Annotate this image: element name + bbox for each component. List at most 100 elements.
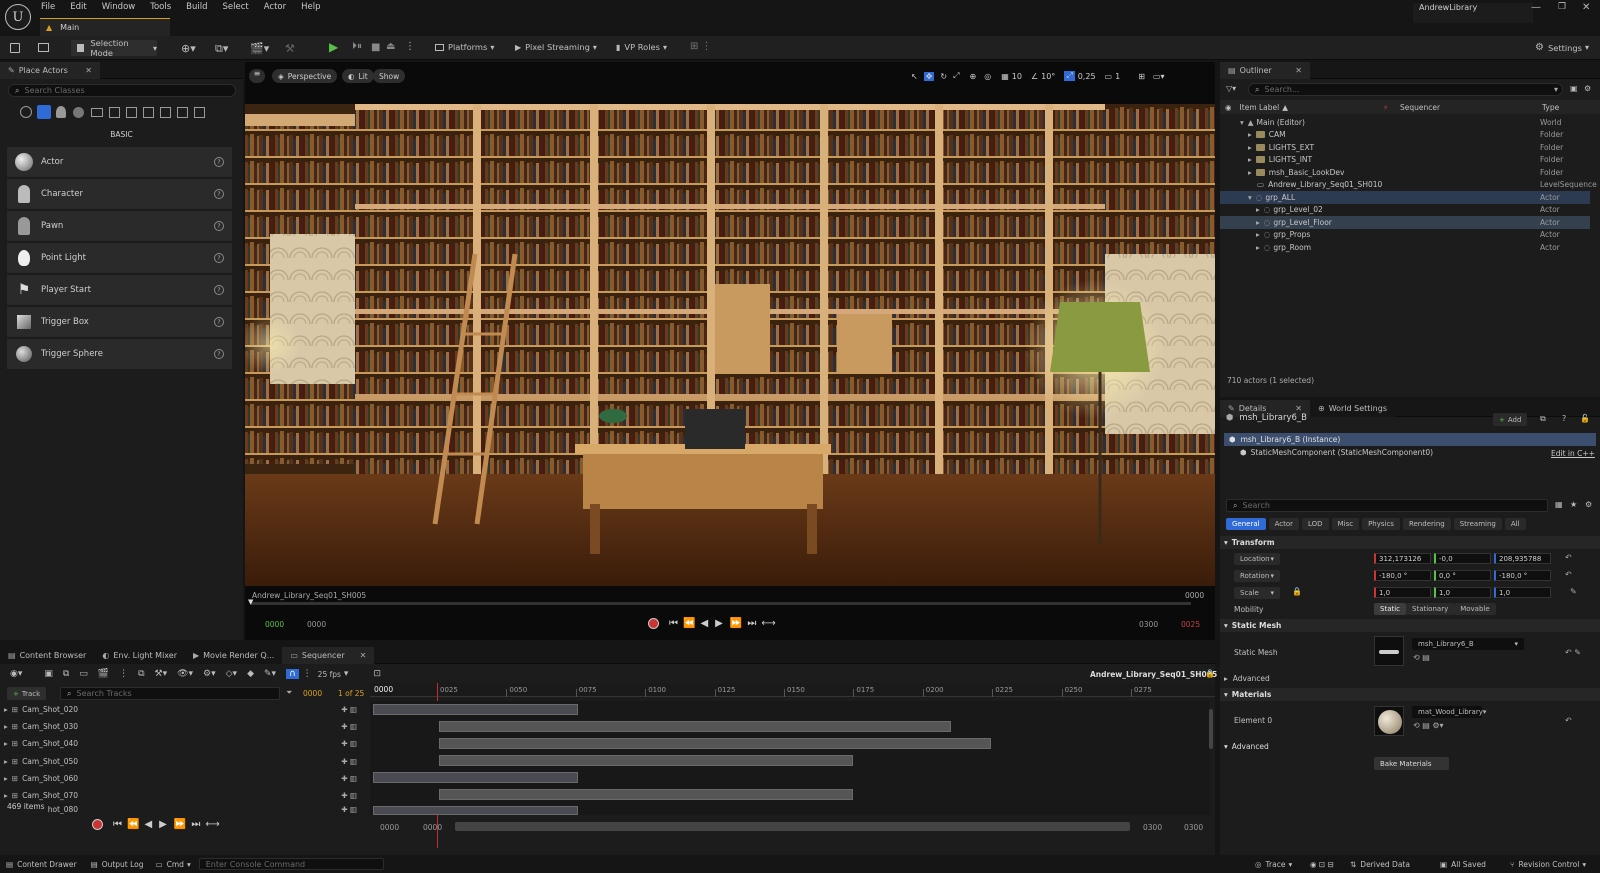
- mesh-thumbnail[interactable]: [1374, 636, 1404, 666]
- surface-snap-icon[interactable]: ◎: [984, 72, 991, 81]
- close-tab-icon[interactable]: ✕: [85, 66, 92, 75]
- filter-misc[interactable]: Misc: [1331, 518, 1360, 530]
- scale-z[interactable]: 1,0: [1494, 587, 1551, 598]
- rotate-tool-icon[interactable]: ↻: [940, 72, 947, 81]
- snap-icon[interactable]: ∩: [286, 669, 299, 679]
- point-light-item[interactable]: Point Light ?: [7, 243, 232, 273]
- all-classes-icon[interactable]: [160, 106, 171, 118]
- viewport-menu-icon[interactable]: ≡: [249, 69, 265, 83]
- recent-icon[interactable]: [20, 106, 32, 118]
- settings-icon[interactable]: ⚙: [1585, 500, 1592, 509]
- scale-y[interactable]: 1,0: [1434, 587, 1491, 598]
- tab-env-light-mixer[interactable]: ◐ Env. Light Mixer: [94, 646, 185, 664]
- search-classes-input[interactable]: ⌕ Search Classes: [8, 84, 236, 97]
- jump-start-icon[interactable]: ⏮: [669, 618, 678, 629]
- blueprint-icon[interactable]: ⧉▾: [215, 42, 228, 56]
- rotation-x[interactable]: -180,0 °: [1374, 570, 1431, 581]
- content-icon[interactable]: ⊞ ⋮: [690, 41, 712, 52]
- step-back-icon[interactable]: ⏪: [683, 618, 695, 629]
- reset-icon[interactable]: ↶ ✎: [1565, 648, 1581, 657]
- static-mesh-picker[interactable]: msh_Library6_B ▾: [1412, 638, 1524, 650]
- menu-edit[interactable]: Edit: [70, 2, 86, 12]
- basic-icon[interactable]: [37, 105, 51, 119]
- step-forward-icon[interactable]: ⏩: [174, 819, 186, 830]
- reset-icon[interactable]: ↶: [1565, 553, 1572, 562]
- rotation-dropdown[interactable]: Rotation ▾: [1234, 570, 1280, 582]
- reset-icon[interactable]: ✎: [1570, 587, 1577, 596]
- fps-dropdown[interactable]: 25 fps: [318, 670, 341, 679]
- save-icon[interactable]: ▣: [44, 669, 53, 679]
- add-key-icon[interactable]: ✚ ▥: [341, 805, 357, 814]
- curve-editor-icon[interactable]: ⊡: [373, 669, 381, 679]
- render-icon[interactable]: 🎬: [98, 669, 109, 679]
- tree-row[interactable]: ▾ ◌ grp_ALL Actor: [1220, 191, 1590, 204]
- key-icon[interactable]: ◆: [247, 669, 254, 679]
- jump-start-icon[interactable]: ⏮: [113, 819, 122, 830]
- layout-icon[interactable]: ⊞: [1138, 72, 1145, 81]
- filter-streaming[interactable]: Streaming: [1453, 518, 1502, 530]
- col-item-label[interactable]: Item Label: [1240, 103, 1280, 112]
- scale-x[interactable]: 1,0: [1374, 587, 1431, 598]
- all-saved-button[interactable]: ▣ All Saved: [1440, 860, 1486, 869]
- step-back-icon[interactable]: ⏪: [127, 819, 139, 830]
- scrubber-handle-icon[interactable]: ▼: [248, 598, 253, 606]
- player-start-item[interactable]: ⚑ Player Start ?: [7, 275, 232, 305]
- close-icon[interactable]: ✕: [1582, 2, 1590, 13]
- grid-snap-icon[interactable]: ▦: [1001, 72, 1009, 81]
- angle-snap-icon[interactable]: ∠: [1031, 72, 1038, 81]
- settings-icon[interactable]: ⚙: [1584, 84, 1591, 93]
- details-search-input[interactable]: ⌕ Search: [1226, 499, 1548, 512]
- help-icon[interactable]: ?: [214, 349, 224, 359]
- component-row[interactable]: ⬢ StaticMeshComponent (StaticMeshCompone…: [1240, 448, 1433, 457]
- tab-sequencer[interactable]: ▭ Sequencer ✕: [282, 646, 375, 664]
- cinematics-icon[interactable]: 🎬▾: [250, 42, 269, 55]
- trigger-sphere-item[interactable]: Trigger Sphere ?: [7, 339, 232, 369]
- loop-icon[interactable]: ⟷: [761, 618, 775, 629]
- angle-snap-value[interactable]: 10°: [1041, 72, 1055, 81]
- track-row[interactable]: ▸ ⊞ Cam_Shot_070 ✚ ▥: [0, 787, 365, 805]
- help-icon[interactable]: ?: [214, 189, 224, 199]
- trace-button[interactable]: ◎ Trace ▾: [1255, 860, 1292, 869]
- settings-button[interactable]: ⚙ Settings ▾: [1535, 42, 1589, 53]
- viewport-size-icon[interactable]: ▭▾: [1153, 72, 1165, 81]
- extra2-icon[interactable]: [194, 106, 205, 118]
- browse-icon[interactable]: [38, 43, 49, 52]
- view-icon[interactable]: 👁▾: [177, 669, 193, 679]
- shaders-icon[interactable]: [73, 106, 84, 118]
- view-end[interactable]: 0300: [1184, 823, 1203, 832]
- camera-speed-value[interactable]: 1: [1115, 72, 1120, 81]
- rotation-y[interactable]: 0,0 °: [1434, 570, 1491, 581]
- add-folder-icon[interactable]: ▣: [1570, 84, 1578, 93]
- blueprint-add-icon[interactable]: ⧉: [1540, 414, 1546, 424]
- play-forward-icon[interactable]: ▶: [715, 618, 723, 629]
- close-tab-icon[interactable]: ✕: [1295, 66, 1302, 75]
- menu-window[interactable]: Window: [102, 2, 136, 12]
- geometry-icon[interactable]: [126, 106, 137, 118]
- track-row[interactable]: ▸ ⊞ Cam_Shot_060 ✚ ▥: [0, 770, 365, 788]
- location-z[interactable]: 208,935788: [1494, 553, 1551, 564]
- more-options-icon[interactable]: ⋮: [405, 41, 415, 52]
- pawn-item[interactable]: Pawn ?: [7, 211, 232, 241]
- rotation-z[interactable]: -180,0 °: [1494, 570, 1551, 581]
- tab-outliner[interactable]: ▤ Outliner ✕: [1220, 61, 1310, 79]
- tree-row[interactable]: ▸ ◌ grp_Props Actor: [1220, 229, 1590, 242]
- advanced-row[interactable]: ▸ Advanced: [1224, 674, 1270, 683]
- tree-row[interactable]: ▸ ◌ grp_Level_02 Actor: [1220, 204, 1590, 217]
- tab-main[interactable]: ▲ Main: [40, 18, 170, 36]
- add-key-icon[interactable]: ✚ ▥: [341, 791, 357, 800]
- scale-lock-icon[interactable]: 🔒: [1292, 587, 1302, 596]
- level-viewport[interactable]: ≡ ◈ Perspective ◐ Lit Show ↖ ✥ ↻ ⤢ ⊕ ◎ ▦…: [245, 62, 1215, 640]
- jump-end-icon[interactable]: ⏭: [191, 819, 200, 830]
- pixel-streaming-button[interactable]: ▶ Pixel Streaming ▾: [515, 42, 597, 52]
- materials-section[interactable]: ▾ Materials: [1220, 688, 1600, 701]
- tree-row[interactable]: ▸ LIGHTS_EXT Folder: [1220, 141, 1590, 154]
- start-frame-green[interactable]: 0000: [265, 620, 284, 629]
- track-row[interactable]: ▸ ⊞ Cam_Shot_030 ✚ ▥: [0, 718, 365, 736]
- visual-effects-icon[interactable]: [109, 106, 120, 118]
- advanced2-section[interactable]: ▾ Advanced: [1220, 740, 1600, 753]
- save-as-icon[interactable]: ⧉: [63, 669, 69, 679]
- content-drawer-button[interactable]: ▤ Content Drawer: [6, 860, 77, 869]
- modes-icon[interactable]: ⚒: [285, 42, 295, 55]
- menu-file[interactable]: File: [41, 2, 55, 12]
- play-forward-icon[interactable]: ▶: [159, 819, 167, 830]
